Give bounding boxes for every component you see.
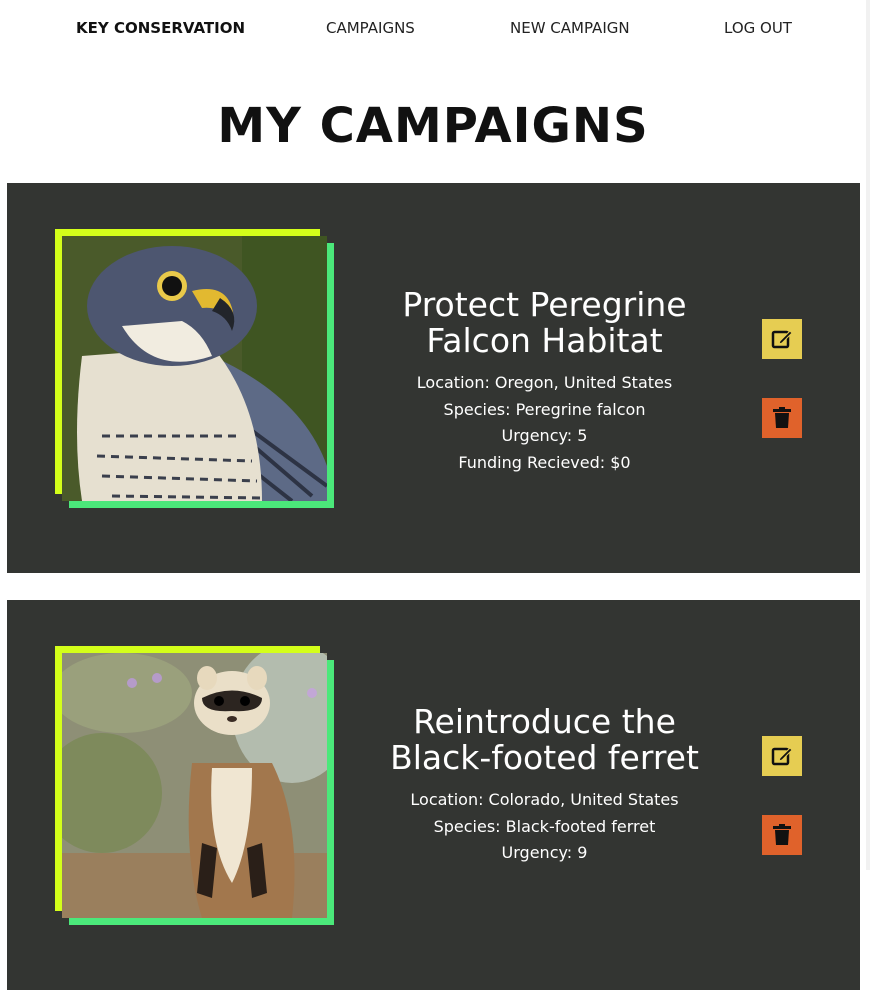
campaign-location: Location: Colorado, United States: [410, 790, 679, 809]
campaign-card: Reintroduce the Black-footed ferret Loca…: [7, 600, 860, 990]
edit-icon: [771, 747, 793, 766]
campaign-card: Protect Peregrine Falcon Habitat Locatio…: [7, 183, 860, 573]
edit-icon: [771, 330, 793, 349]
campaign-title-line-1: Reintroduce the: [413, 702, 676, 741]
nav-brand-link[interactable]: KEY CONSERVATION: [76, 19, 245, 37]
campaign-funding: Funding Recieved: $0: [458, 452, 631, 472]
campaign-details: Location: Oregon, United States Species:…: [387, 370, 702, 476]
nav-log-out-link[interactable]: LOG OUT: [724, 19, 792, 37]
campaign-details: Location: Colorado, United States Specie…: [387, 787, 702, 867]
nav-campaigns-link[interactable]: CAMPAIGNS: [326, 19, 415, 37]
campaign-urgency: Urgency: 5: [501, 426, 588, 445]
nav-new-campaign-link[interactable]: NEW CAMPAIGN: [510, 19, 630, 37]
page-title: MY CAMPAIGNS: [217, 98, 649, 154]
campaign-urgency: Urgency: 9: [501, 843, 588, 862]
campaign-species: Species: Black-footed ferret: [433, 816, 656, 836]
campaign-title-line-2: Falcon Habitat: [426, 321, 663, 360]
delete-campaign-button[interactable]: [762, 398, 802, 438]
campaign-location: Location: Oregon, United States: [416, 373, 673, 392]
scrollbar[interactable]: [866, 0, 870, 870]
campaign-title-line-2: Black-footed ferret: [390, 738, 699, 777]
campaign-title: Protect Peregrine Falcon Habitat: [387, 287, 702, 359]
delete-campaign-button[interactable]: [762, 815, 802, 855]
edit-campaign-button[interactable]: [762, 319, 802, 359]
trash-icon: [773, 407, 791, 428]
campaign-photo-ferret: [62, 653, 327, 918]
campaign-species: Species: Peregrine falcon: [443, 399, 646, 419]
campaign-title: Reintroduce the Black-footed ferret: [387, 704, 702, 776]
campaign-photo-falcon: [62, 236, 327, 501]
top-nav: KEY CONSERVATION CAMPAIGNS NEW CAMPAIGN …: [0, 0, 866, 60]
campaign-title-line-1: Protect Peregrine: [402, 285, 687, 324]
edit-campaign-button[interactable]: [762, 736, 802, 776]
trash-icon: [773, 824, 791, 845]
